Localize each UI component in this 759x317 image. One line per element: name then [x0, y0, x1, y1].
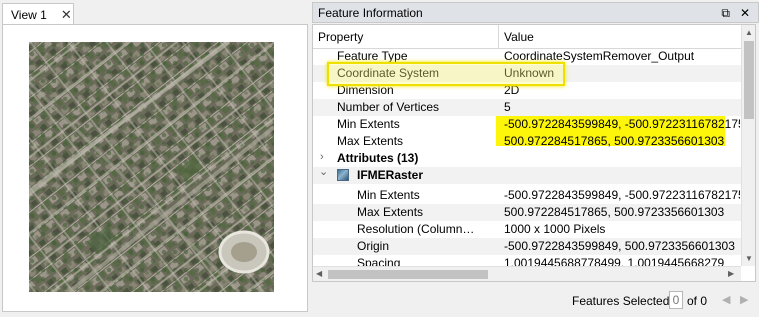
column-header-property[interactable]: Property	[313, 25, 499, 49]
collapse-arrow-icon[interactable]: ⌄	[319, 165, 328, 178]
scroll-down-icon[interactable]: ▼	[745, 254, 753, 263]
coordinate-system-highlight	[327, 62, 565, 86]
horizontal-scroll-thumb[interactable]	[328, 270, 488, 279]
scroll-up-icon[interactable]: ▲	[745, 28, 753, 37]
features-selected-label: Features Selected:	[572, 294, 673, 308]
app-window: View 1 ✕ Feature Information ⧉ ✕ Propert…	[0, 0, 759, 317]
view-pane: View 1 ✕	[0, 0, 310, 317]
row-raster-min-extents[interactable]: Min Extents -500.9722843599849, -500.972…	[313, 187, 741, 204]
row-number-of-vertices[interactable]: Number of Vertices 5	[313, 99, 741, 116]
tab-label: View 1	[11, 7, 47, 22]
row-max-extents[interactable]: Max Extents 500.972284517865, 500.972335…	[313, 133, 741, 150]
selected-index-input[interactable]: 0	[669, 291, 683, 309]
vertical-scroll-thumb[interactable]	[744, 41, 754, 119]
property-grid: Property Value Feature Type CoordinateSy…	[312, 24, 756, 282]
selected-total-label: of 0	[687, 294, 708, 308]
close-panel-icon[interactable]: ✕	[740, 6, 750, 21]
previous-feature-icon[interactable]: ◀	[722, 293, 730, 306]
aerial-image-graphic	[29, 42, 274, 292]
panel-title: Feature Information	[318, 5, 423, 20]
raster-icon	[337, 169, 349, 181]
expand-arrow-icon[interactable]: ›	[320, 151, 324, 163]
horizontal-scrollbar[interactable]: ◀ ▶	[313, 266, 741, 281]
vertical-scrollbar[interactable]: ▲ ▼	[741, 25, 755, 266]
row-raster-origin[interactable]: Origin -500.9722843599849, 500.972335660…	[313, 238, 741, 255]
scroll-right-icon[interactable]: ▶	[728, 269, 734, 278]
column-header-value[interactable]: Value	[499, 25, 741, 49]
selection-status-bar: Features Selected: 0 of 0 ◀ ▶	[312, 287, 759, 313]
row-min-extents[interactable]: Min Extents -500.9722843599849, -500.972…	[313, 116, 741, 133]
tab-view-1[interactable]: View 1 ✕	[2, 3, 74, 25]
panel-title-bar: Feature Information ⧉ ✕	[312, 2, 759, 23]
row-raster-max-extents[interactable]: Max Extents 500.972284517865, 500.972335…	[313, 204, 741, 221]
close-icon[interactable]: ✕	[61, 8, 72, 21]
next-feature-icon[interactable]: ▶	[740, 293, 748, 306]
row-attributes[interactable]: › Attributes (13)	[313, 150, 741, 167]
map-view[interactable]	[2, 24, 308, 312]
feature-information-panel: Feature Information ⧉ ✕ Property Value F…	[312, 2, 759, 317]
row-raster-resolution[interactable]: Resolution (Column… 1000 x 1000 Pixels	[313, 221, 741, 238]
row-ifme-raster[interactable]: ⌄ IFMERaster	[313, 165, 741, 184]
scroll-left-icon[interactable]: ◀	[316, 269, 322, 278]
aerial-raster-image	[29, 42, 274, 292]
float-panel-icon[interactable]: ⧉	[721, 6, 730, 21]
